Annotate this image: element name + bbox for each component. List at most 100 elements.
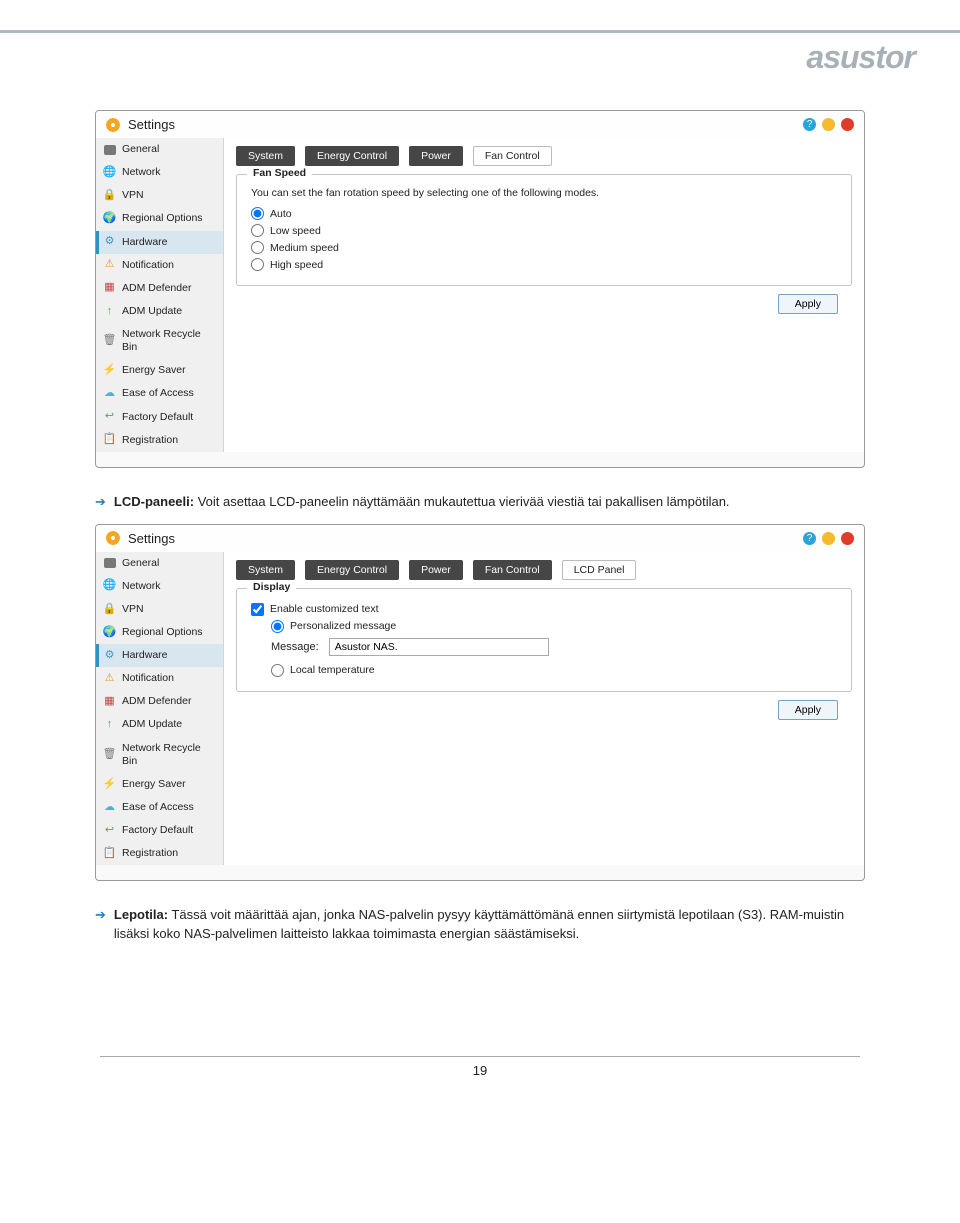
gear-icon [106, 118, 120, 132]
recycle-icon: 🗑 [103, 748, 116, 761]
radio-high[interactable]: High speed [251, 258, 837, 271]
message-input[interactable] [329, 638, 549, 656]
sidebar-item-update[interactable]: ↑ ADM Update [96, 713, 223, 736]
radio-personalized[interactable]: Personalized message [271, 620, 837, 633]
globe-icon: 🌐 [103, 166, 116, 179]
sidebar-item-network[interactable]: 🌐Network [96, 575, 223, 598]
checkbox-input[interactable] [251, 603, 264, 616]
radio-input[interactable] [251, 258, 264, 271]
defender-icon: ▦ [103, 695, 116, 708]
sidebar-item-factory[interactable]: ↩Factory Default [96, 406, 223, 429]
vpn-icon: 🔒 [103, 189, 116, 202]
apply-button[interactable]: Apply [778, 700, 838, 720]
hardware-icon: ⚙ [103, 649, 116, 662]
radio-input[interactable] [251, 207, 264, 220]
sidebar-item-hardware[interactable]: ⚙ Hardware [96, 231, 223, 254]
radio-label: High speed [270, 259, 323, 271]
enable-customized-text[interactable]: Enable customized text [251, 603, 837, 616]
sidebar-item-label: Factory Default [122, 824, 193, 837]
sidebar-item-registration[interactable]: 📋Registration [96, 842, 223, 865]
sidebar-item-defender[interactable]: ▦ADM Defender [96, 277, 223, 300]
sidebar: General 🌐Network 🔒VPN 🌍Regional Options … [96, 552, 224, 866]
window-titlebar: Settings ? [96, 525, 864, 552]
minimize-icon[interactable] [822, 532, 835, 545]
sidebar-item-energy[interactable]: ⚡ Energy Saver [96, 773, 223, 796]
sidebar-item-recycle[interactable]: 🗑Network Recycle Bin [96, 737, 223, 773]
update-icon: ↑ [103, 305, 116, 318]
sidebar-item-general[interactable]: General [96, 552, 223, 575]
minimize-icon[interactable] [822, 118, 835, 131]
registration-icon: 📋 [103, 847, 116, 860]
settings-window-fancontrol: Settings ? General 🌐Network 🔒 VPN 🌍Region… [95, 110, 865, 468]
body-text: Lepotila: Tässä voit määrittää ajan, jon… [114, 906, 865, 944]
tab-energy-control[interactable]: Energy Control [305, 560, 399, 580]
sidebar-item-general[interactable]: General [96, 138, 223, 161]
sidebar-item-update[interactable]: ↑ADM Update [96, 300, 223, 323]
sidebar-item-label: Notification [122, 259, 174, 272]
radio-local-temperature[interactable]: Local temperature [271, 664, 837, 677]
help-icon[interactable]: ? [803, 118, 816, 131]
radio-input[interactable] [271, 620, 284, 633]
tab-system[interactable]: System [236, 560, 295, 580]
radio-input[interactable] [251, 224, 264, 237]
sidebar-item-label: Hardware [122, 236, 168, 249]
sidebar-item-regional[interactable]: 🌍Regional Options [96, 207, 223, 230]
radio-medium[interactable]: Medium speed [251, 241, 837, 254]
sidebar-item-label: Registration [122, 434, 178, 447]
sidebar-item-label: VPN [122, 603, 144, 616]
globe-icon: 🌐 [103, 580, 116, 593]
paragraph-lepotila: ➔ Lepotila: Tässä voit määrittää ajan, j… [95, 906, 865, 944]
tabs: System Energy Control Power Fan Control [236, 146, 852, 166]
sidebar-item-defender[interactable]: ▦ADM Defender [96, 690, 223, 713]
registration-icon: 📋 [103, 434, 116, 447]
para-rest: Tässä voit määrittää ajan, jonka NAS-pal… [114, 907, 844, 941]
window-titlebar: Settings ? [96, 111, 864, 138]
tab-power[interactable]: Power [409, 560, 463, 580]
tab-energy-control[interactable]: Energy Control [305, 146, 399, 166]
close-icon[interactable] [841, 532, 854, 545]
apply-button[interactable]: Apply [778, 294, 838, 314]
sidebar-item-factory[interactable]: ↩ Factory Default [96, 819, 223, 842]
tab-system[interactable]: System [236, 146, 295, 166]
sidebar-item-vpn[interactable]: 🔒VPN [96, 598, 223, 621]
message-label: Message: [271, 641, 319, 653]
tab-lcd-panel[interactable]: LCD Panel [562, 560, 637, 580]
sidebar-item-registration[interactable]: 📋 Registration [96, 429, 223, 452]
panel-legend: Display [247, 581, 296, 593]
sidebar-item-label: VPN [122, 189, 144, 202]
sidebar-item-notification[interactable]: ⚠Notification [96, 254, 223, 277]
help-icon[interactable]: ? [803, 532, 816, 545]
tab-power[interactable]: Power [409, 146, 463, 166]
update-icon: ↑ [103, 719, 116, 732]
sidebar-item-energy[interactable]: ⚡Energy Saver [96, 359, 223, 382]
energy-icon: ⚡ [103, 778, 116, 791]
sidebar-item-label: ADM Update [122, 718, 182, 731]
sidebar-item-label: Energy Saver [122, 364, 186, 377]
radio-input[interactable] [271, 664, 284, 677]
radio-input[interactable] [251, 241, 264, 254]
radio-auto[interactable]: Auto [251, 207, 837, 220]
sidebar-item-network[interactable]: 🌐Network [96, 161, 223, 184]
sidebar-item-label: Energy Saver [122, 778, 186, 791]
sidebar-item-label: ADM Defender [122, 282, 191, 295]
radio-label: Low speed [270, 225, 321, 237]
brand-logo: asustor [806, 39, 915, 76]
sidebar-item-recycle[interactable]: 🗑Network Recycle Bin [96, 323, 223, 359]
factory-icon: ↩ [103, 824, 116, 837]
hardware-icon: ⚙ [103, 236, 116, 249]
tab-fan-control[interactable]: Fan Control [473, 146, 552, 166]
sidebar-item-regional[interactable]: 🌍Regional Options [96, 621, 223, 644]
display-panel: Display Enable customized text Personali… [236, 588, 852, 692]
close-icon[interactable] [841, 118, 854, 131]
radio-low[interactable]: Low speed [251, 224, 837, 237]
sidebar-item-label: Notification [122, 672, 174, 685]
sidebar-item-ease[interactable]: ☁Ease of Access [96, 796, 223, 819]
tab-fan-control[interactable]: Fan Control [473, 560, 552, 580]
sidebar-item-vpn[interactable]: 🔒 VPN [96, 184, 223, 207]
sidebar-item-label: Factory Default [122, 411, 193, 424]
sidebar-item-ease[interactable]: ☁Ease of Access [96, 382, 223, 405]
message-row: Message: [271, 638, 837, 656]
sidebar-item-notification[interactable]: ⚠Notification [96, 667, 223, 690]
sidebar-item-hardware[interactable]: ⚙Hardware [96, 644, 223, 667]
radio-label: Local temperature [290, 664, 375, 676]
